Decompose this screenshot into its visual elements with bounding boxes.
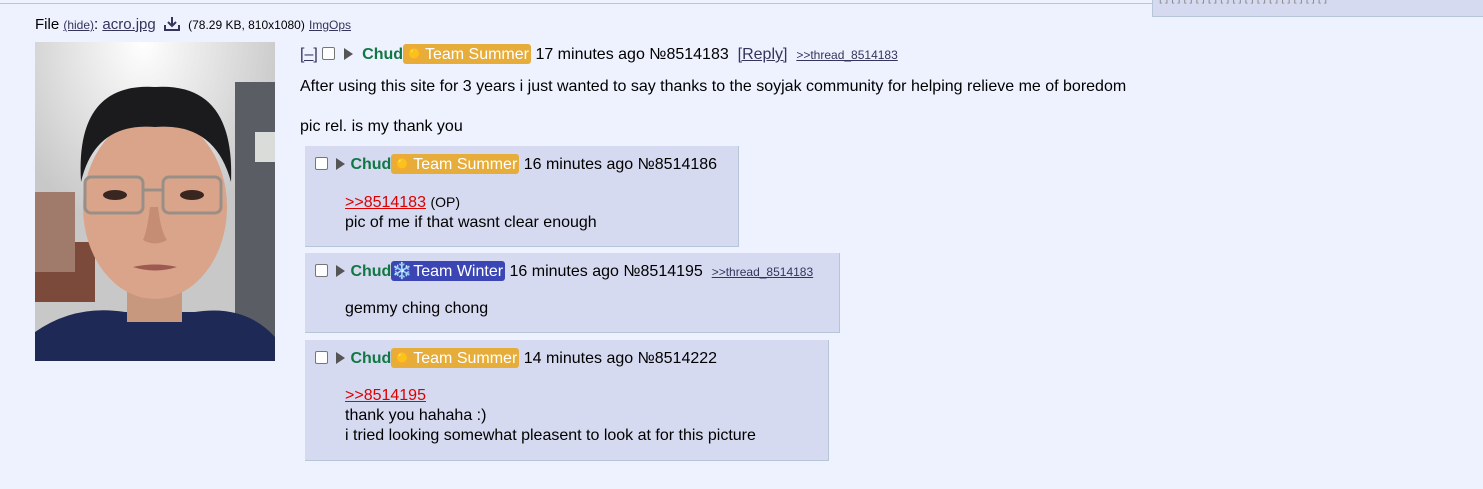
file-size: (78.29 KB, 810x1080) (188, 18, 305, 32)
op-post-header: [–] Chud☀️Team Summer 17 minutes ago №85… (300, 44, 898, 64)
sun-icon: ☀️ (404, 46, 424, 63)
reply-header: Chud☀️Team Summer 16 minutes ago №851418… (315, 154, 717, 174)
snowflake-icon: ❄️ (392, 263, 413, 280)
post-time: 16 minutes ago (523, 156, 634, 173)
reply-link[interactable]: [Reply] (738, 46, 788, 63)
team-flag-badge: ☀️Team Summer (403, 44, 531, 64)
team-flag-label: Team Summer (413, 156, 518, 173)
reply-message: gemmy ching chong (345, 299, 488, 319)
file-label: File (35, 16, 60, 33)
post-image-thumbnail[interactable] (35, 42, 275, 361)
op-post-body: After using this site for 3 years i just… (300, 77, 1126, 157)
op-message-line: pic rel. is my thank you (300, 118, 463, 135)
post-time: 14 minutes ago (523, 350, 634, 367)
post-menu-arrow-icon[interactable] (336, 158, 346, 170)
op-message-line: After using this site for 3 years i just… (300, 78, 1127, 95)
post-number[interactable]: №8514195 (623, 263, 702, 280)
team-flag-label: Team Summer (424, 46, 529, 63)
team-flag-badge: ❄️Team Winter (391, 261, 506, 281)
portrait-photo (35, 42, 275, 361)
quote-link[interactable]: >>8514195 (345, 387, 426, 404)
reply-message-line: gemmy ching chong (345, 300, 489, 317)
pagination-bar[interactable]: [ ] [ ] [ ] [ ] [ ] [ ] [ ] [ ] [ ] [ ] … (1152, 0, 1483, 17)
op-tag: (OP) (430, 194, 460, 210)
post-menu-arrow-icon[interactable] (336, 352, 346, 364)
sun-icon: ☀️ (392, 156, 413, 173)
download-icon[interactable] (163, 16, 180, 31)
team-flag-badge: ☀️Team Summer (391, 348, 520, 368)
reply-message-line: thank you hahaha :) (345, 407, 487, 424)
reply-post: Chud❄️Team Winter 16 minutes ago №851419… (305, 253, 840, 333)
thread-link[interactable]: >>thread_8514183 (796, 48, 897, 62)
hide-image-link[interactable]: (hide) (63, 18, 94, 32)
hide-post-button[interactable]: [–] (300, 46, 318, 63)
poster-name: Chud (350, 156, 392, 173)
reply-message-line: pic of me if that wasnt clear enough (345, 214, 597, 231)
sun-icon: ☀️ (392, 350, 413, 367)
post-checkbox[interactable] (315, 351, 328, 364)
post-menu-arrow-icon[interactable] (343, 48, 353, 60)
reply-post: Chud☀️Team Summer 14 minutes ago №851422… (305, 340, 829, 461)
post-time: 16 minutes ago (509, 263, 619, 280)
post-time: 17 minutes ago (535, 46, 645, 63)
thread-link[interactable]: >>thread_8514183 (712, 265, 813, 279)
file-name-link[interactable]: acro.jpg (102, 16, 155, 33)
post-checkbox[interactable] (315, 264, 328, 277)
team-flag-badge: ☀️Team Summer (391, 154, 520, 174)
reply-message-line: i tried looking somewhat pleasent to loo… (345, 427, 756, 444)
post-checkbox[interactable] (322, 47, 336, 60)
reply-message: >>8514183 (OP) pic of me if that wasnt c… (345, 192, 597, 233)
quote-link[interactable]: >>8514183 (345, 194, 426, 211)
top-divider (0, 3, 1160, 4)
imgops-link[interactable]: ImgOps (309, 18, 351, 32)
reply-message: >>8514195 thank you hahaha :) i tried lo… (345, 386, 756, 446)
reply-header: Chud☀️Team Summer 14 minutes ago №851422… (315, 348, 717, 368)
post-menu-arrow-icon[interactable] (336, 265, 346, 277)
post-number[interactable]: №8514222 (638, 350, 717, 367)
poster-name: Chud (350, 350, 392, 367)
poster-name: Chud (362, 46, 404, 63)
file-info: File (hide): acro.jpg (78.29 KB, 810x108… (35, 16, 352, 33)
reply-header: Chud❄️Team Winter 16 minutes ago №851419… (315, 261, 813, 281)
team-flag-label: Team Summer (413, 350, 518, 367)
team-flag-label: Team Winter (413, 263, 504, 280)
poster-name: Chud (350, 263, 392, 280)
post-number[interactable]: №8514186 (638, 156, 717, 173)
post-checkbox[interactable] (315, 157, 328, 170)
post-number[interactable]: №8514183 (649, 46, 728, 63)
reply-post: Chud☀️Team Summer 16 minutes ago №851418… (305, 146, 739, 247)
